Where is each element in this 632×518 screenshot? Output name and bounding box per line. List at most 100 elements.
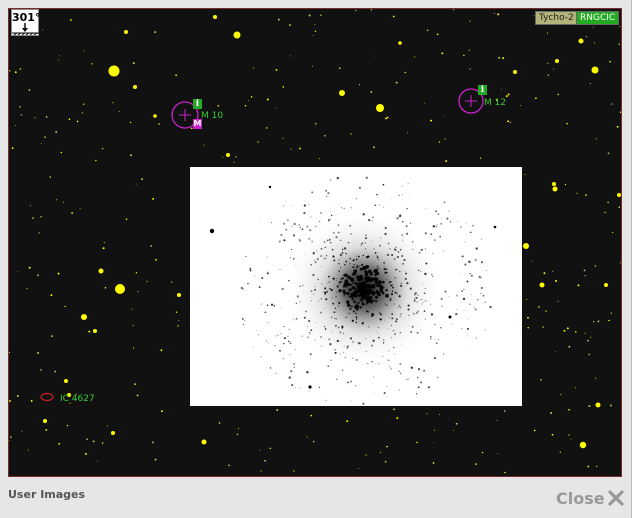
m10-label[interactable]: M 10: [201, 111, 223, 121]
faint-star: [70, 19, 72, 21]
rotation-indicator[interactable]: 301°: [11, 9, 40, 36]
m12-label[interactable]: M 12: [484, 98, 506, 108]
cluster-star: [328, 238, 331, 241]
faint-star: [538, 306, 540, 308]
bright-star: [153, 114, 157, 118]
cluster-star: [328, 281, 330, 283]
ic4627-label[interactable]: IC 4627: [60, 394, 95, 404]
sky-chart[interactable]: 301° Tycho-2 RNGCIC i M M 10 i M 12 IC 4…: [8, 8, 622, 477]
faint-star: [125, 218, 128, 221]
cluster-star: [375, 295, 379, 299]
cluster-star: [341, 251, 344, 254]
cluster-star: [393, 248, 397, 251]
cluster-star: [350, 400, 352, 402]
faint-star: [289, 24, 291, 26]
cluster-star: [404, 277, 407, 281]
faint-star: [118, 111, 120, 113]
catalog-badge-rngcic[interactable]: RNGCIC: [576, 11, 620, 25]
cluster-star: [451, 323, 453, 325]
cluster-star: [474, 258, 477, 262]
cluster-star: [345, 252, 347, 255]
cluster-star: [373, 392, 375, 394]
faint-star: [222, 156, 224, 158]
faint-star: [481, 451, 484, 454]
cluster-star: [395, 249, 397, 251]
cluster-star: [307, 325, 308, 327]
cluster-star: [389, 248, 391, 250]
cluster-star: [348, 283, 352, 287]
cluster-star: [409, 222, 412, 224]
cluster-star: [387, 280, 389, 282]
faint-star: [9, 351, 10, 354]
cluster-star: [413, 300, 416, 302]
m10-info-icon[interactable]: i: [193, 99, 202, 109]
cluster-star: [344, 356, 347, 359]
cluster-star: [364, 272, 369, 277]
faint-star: [507, 120, 510, 123]
cluster-star: [288, 376, 291, 379]
cluster-star: [209, 228, 215, 234]
cluster-star: [373, 279, 375, 282]
close-button[interactable]: Close: [556, 487, 624, 509]
cluster-star: [333, 280, 335, 281]
faint-star: [131, 308, 133, 310]
cluster-star: [466, 280, 469, 283]
cluster-star: [373, 277, 377, 281]
cluster-star: [376, 278, 379, 280]
cluster-star: [325, 399, 327, 401]
faint-star: [543, 272, 546, 275]
cluster-star: [389, 280, 392, 284]
faint-star: [132, 324, 134, 327]
faint-star: [455, 422, 458, 425]
faint-star: [310, 414, 313, 417]
cluster-star: [257, 334, 259, 336]
faint-star: [442, 116, 444, 118]
cluster-star: [388, 282, 390, 284]
faint-star: [594, 42, 596, 44]
bright-star: [226, 153, 230, 157]
faint-star: [135, 272, 138, 274]
cluster-star: [318, 386, 321, 388]
bright-star: [604, 283, 608, 287]
faint-star: [151, 441, 154, 444]
cluster-star: [271, 222, 273, 224]
cluster-star: [466, 327, 469, 330]
cluster-star: [391, 313, 394, 315]
cluster-star: [338, 281, 342, 284]
cluster-star: [480, 286, 483, 290]
cluster-star: [323, 241, 326, 243]
cluster-star: [401, 220, 404, 223]
cluster-star: [384, 303, 386, 305]
cluster-star: [407, 314, 410, 317]
faint-star: [14, 71, 17, 74]
cluster-star: [393, 258, 396, 260]
faint-star: [277, 18, 280, 21]
faint-star: [228, 464, 230, 467]
faint-star: [365, 454, 367, 456]
cluster-star: [463, 309, 465, 311]
cluster-star: [310, 216, 312, 218]
cluster-star: [356, 276, 360, 279]
faint-star: [84, 452, 87, 455]
cluster-star: [392, 329, 395, 332]
cluster-star: [386, 304, 388, 307]
catalog-badge-tycho2[interactable]: Tycho-2: [535, 11, 578, 25]
cluster-star: [346, 300, 350, 304]
cluster-star: [456, 309, 457, 310]
cluster-star: [310, 329, 313, 332]
cluster-star: [367, 269, 372, 274]
faint-star: [79, 208, 81, 210]
faint-star: [546, 32, 548, 34]
cluster-star: [310, 263, 313, 266]
cluster-star: [342, 332, 345, 335]
cluster-star: [355, 258, 358, 261]
cluster-star: [423, 292, 426, 295]
faint-star: [433, 441, 435, 443]
m12-info-icon[interactable]: i: [478, 85, 487, 95]
cluster-star: [334, 324, 337, 327]
cluster-star: [339, 353, 341, 355]
cluster-star: [267, 321, 268, 323]
user-image-overlay[interactable]: [190, 167, 522, 406]
bright-star: [115, 284, 125, 294]
cluster-star: [352, 259, 355, 262]
